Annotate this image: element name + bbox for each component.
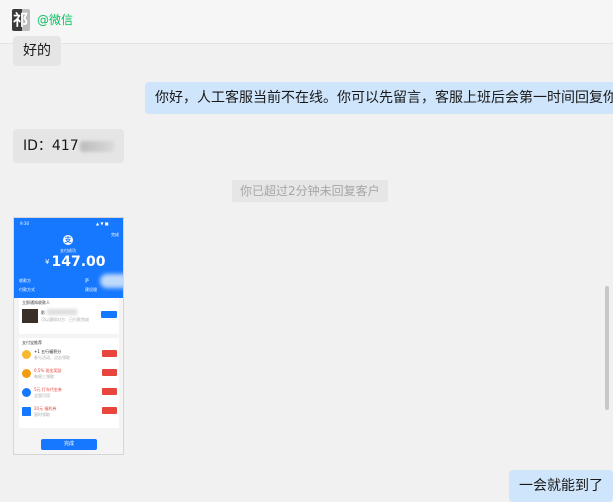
redacted-blur — [47, 309, 77, 315]
source-label: @微信 — [37, 13, 74, 27]
promo-sub: 参与活动，点击领取 — [34, 355, 70, 360]
avatar-glyph: 祁 — [13, 11, 29, 29]
notify-payee-card: 立即通知收款人 影 可以通知对方：已付款完成 — [19, 298, 119, 334]
scrollbar-thumb[interactable] — [605, 286, 609, 410]
notify-button — [101, 311, 117, 318]
message-bubble-outgoing[interactable]: 你好，人工客服当前不在线。你可以先留言，客服上班后会第一时间回复你。 — [145, 82, 613, 114]
payment-screenshot-image[interactable]: 9:30 ▲ ▼ ■ 完成 支 支付成功 ¥147.00 收款方 萨 付款方式 … — [13, 217, 124, 455]
payment-method-value: 建设银 — [85, 287, 97, 292]
message-bubble-incoming-id[interactable]: ID：417 — [13, 129, 124, 163]
promo-title: 5元 打车代金券 — [34, 387, 62, 392]
promo-item: 0.5% 现金奖励 每周三领取 — [22, 367, 118, 383]
gift-icon — [22, 369, 31, 378]
promo-button — [102, 350, 117, 357]
promo-sub: 每周三领取 — [34, 374, 54, 379]
paid-amount: ¥147.00 — [45, 253, 106, 271]
promo-sub: 限时领取 — [34, 412, 50, 417]
coin-icon — [22, 350, 31, 359]
redacted-blur — [79, 140, 114, 152]
phone-status-time: 9:30 — [20, 221, 29, 226]
id-text: ID：417 — [23, 138, 79, 154]
recommend-card-title: 支付宝推荐 — [22, 340, 42, 345]
promo-button — [102, 369, 117, 376]
payee-thumbnail — [22, 309, 38, 323]
contact-avatar[interactable]: 祁 — [12, 9, 30, 31]
promo-title: +1 五行福积分 — [34, 349, 62, 354]
message-bubble-incoming[interactable]: 好的 — [13, 36, 61, 66]
amount-value: 147.00 — [51, 254, 106, 270]
payment-method-label: 付款方式 — [19, 287, 35, 292]
currency-symbol: ¥ — [45, 258, 50, 266]
notify-card-title: 立即通知收款人 — [22, 300, 50, 305]
top-done-link: 完成 — [111, 232, 119, 237]
promo-item: 5元 打车代金券 全国可用 — [22, 386, 118, 402]
recommend-card: 支付宝推荐 +1 五行福积分 参与活动，点击领取 0.5% 现金奖励 每周三领取… — [19, 338, 119, 428]
promo-item: 20元 福利券 限时领取 — [22, 405, 118, 421]
promo-button — [102, 407, 117, 414]
promo-item: +1 五行福积分 参与活动，点击领取 — [22, 348, 118, 364]
payee-name: 影 — [41, 310, 45, 315]
done-button: 完成 — [41, 439, 97, 450]
alipay-logo-icon: 支 — [63, 235, 73, 245]
redacted-smear — [100, 274, 123, 288]
chat-header: 祁 @微信 — [0, 0, 613, 44]
system-notice: 你已超过2分钟未回复客户 — [232, 180, 388, 202]
payee-label: 收款方 — [19, 278, 31, 283]
message-bubble-outgoing[interactable]: 一会就能到了 — [509, 470, 613, 502]
promo-title: 20元 福利券 — [34, 406, 57, 411]
coupon-icon — [22, 407, 31, 416]
phone-status-icons: ▲ ▼ ■ — [96, 221, 109, 226]
promo-title: 0.5% 现金奖励 — [34, 368, 62, 373]
notify-card-desc: 可以通知对方：已付款完成 — [41, 317, 89, 322]
payee-value: 萨 — [85, 278, 89, 283]
promo-button — [102, 388, 117, 395]
car-icon — [22, 388, 31, 397]
promo-sub: 全国可用 — [34, 393, 50, 398]
